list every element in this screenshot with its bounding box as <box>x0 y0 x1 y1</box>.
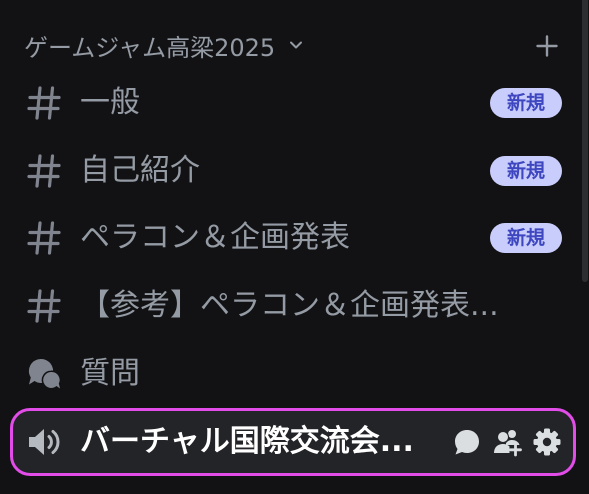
channel-item-pitch[interactable]: ペラコン＆企画発表 新規 <box>12 208 574 268</box>
channel-name: 【参考】ペラコン＆企画発表... <box>80 288 499 323</box>
scrollbar[interactable] <box>582 0 588 282</box>
channel-item-questions[interactable]: 質問 <box>12 344 574 404</box>
chat-icon[interactable] <box>452 427 482 457</box>
invite-icon[interactable] <box>492 427 522 457</box>
channel-name: 一般 <box>80 85 140 120</box>
chevron-down-icon <box>289 38 303 52</box>
voice-channel-name: バーチャル国際交流会... <box>80 424 414 459</box>
new-badge: 新規 <box>490 223 562 253</box>
speaker-icon <box>25 423 63 461</box>
channel-name: 質問 <box>80 356 140 391</box>
channel-name: 自己紹介 <box>80 153 200 188</box>
channel-sidebar: ゲームジャム高梁2025 一般 新規 自己紹介 新規 ペラコン＆企画発表 新規 <box>0 0 589 494</box>
hash-icon <box>26 220 62 256</box>
voice-channel-actions <box>452 427 562 457</box>
hash-icon <box>26 288 62 324</box>
hash-icon <box>26 85 62 121</box>
plus-icon[interactable] <box>536 35 558 57</box>
category-name: ゲームジャム高梁2025 <box>24 33 276 62</box>
channel-item-general[interactable]: 一般 新規 <box>12 73 574 133</box>
new-badge: 新規 <box>490 156 562 186</box>
gear-icon[interactable] <box>532 427 562 457</box>
channel-item-pitch-reference[interactable]: 【参考】ペラコン＆企画発表... <box>12 276 574 336</box>
channel-name: ペラコン＆企画発表 <box>80 220 350 255</box>
channel-item-introductions[interactable]: 自己紹介 新規 <box>12 141 574 201</box>
hash-icon <box>26 153 62 189</box>
voice-channel-item-selected[interactable]: バーチャル国際交流会... <box>10 408 576 476</box>
new-badge: 新規 <box>490 88 562 118</box>
category-header[interactable]: ゲームジャム高梁2025 <box>24 29 303 61</box>
forum-icon <box>26 356 62 392</box>
